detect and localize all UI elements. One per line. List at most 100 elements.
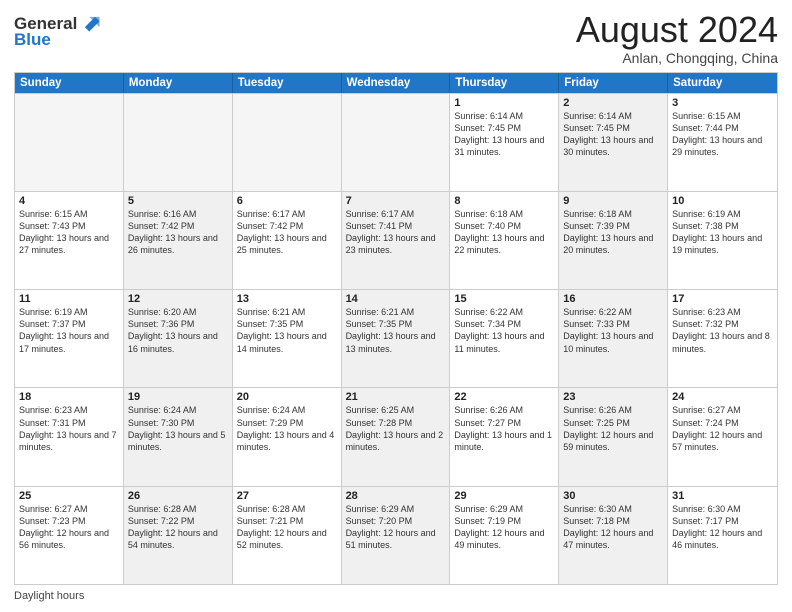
day-info: Sunrise: 6:24 AMSunset: 7:29 PMDaylight:… <box>237 404 337 453</box>
day-of-week-tuesday: Tuesday <box>233 73 342 93</box>
calendar-cell: 22Sunrise: 6:26 AMSunset: 7:27 PMDayligh… <box>450 388 559 485</box>
day-info: Sunrise: 6:30 AMSunset: 7:18 PMDaylight:… <box>563 503 663 552</box>
calendar-week-3: 11Sunrise: 6:19 AMSunset: 7:37 PMDayligh… <box>15 289 777 387</box>
calendar-cell: 10Sunrise: 6:19 AMSunset: 7:38 PMDayligh… <box>668 192 777 289</box>
day-number: 10 <box>672 195 773 207</box>
day-info: Sunrise: 6:17 AMSunset: 7:41 PMDaylight:… <box>346 208 446 257</box>
day-number: 15 <box>454 293 554 305</box>
day-info: Sunrise: 6:30 AMSunset: 7:17 PMDaylight:… <box>672 503 773 552</box>
calendar-week-5: 25Sunrise: 6:27 AMSunset: 7:23 PMDayligh… <box>15 486 777 584</box>
day-number: 16 <box>563 293 663 305</box>
day-info: Sunrise: 6:18 AMSunset: 7:39 PMDaylight:… <box>563 208 663 257</box>
day-number: 31 <box>672 490 773 502</box>
day-info: Sunrise: 6:24 AMSunset: 7:30 PMDaylight:… <box>128 404 228 453</box>
day-number: 13 <box>237 293 337 305</box>
day-info: Sunrise: 6:18 AMSunset: 7:40 PMDaylight:… <box>454 208 554 257</box>
day-info: Sunrise: 6:23 AMSunset: 7:32 PMDaylight:… <box>672 306 773 355</box>
day-number: 2 <box>563 97 663 109</box>
day-number: 6 <box>237 195 337 207</box>
calendar-cell: 2Sunrise: 6:14 AMSunset: 7:45 PMDaylight… <box>559 94 668 191</box>
day-number: 23 <box>563 391 663 403</box>
day-info: Sunrise: 6:28 AMSunset: 7:22 PMDaylight:… <box>128 503 228 552</box>
day-info: Sunrise: 6:25 AMSunset: 7:28 PMDaylight:… <box>346 404 446 453</box>
calendar-cell: 9Sunrise: 6:18 AMSunset: 7:39 PMDaylight… <box>559 192 668 289</box>
day-info: Sunrise: 6:22 AMSunset: 7:34 PMDaylight:… <box>454 306 554 355</box>
day-number: 9 <box>563 195 663 207</box>
calendar-cell <box>15 94 124 191</box>
calendar-cell: 12Sunrise: 6:20 AMSunset: 7:36 PMDayligh… <box>124 290 233 387</box>
day-number: 22 <box>454 391 554 403</box>
day-info: Sunrise: 6:28 AMSunset: 7:21 PMDaylight:… <box>237 503 337 552</box>
calendar-body: 1Sunrise: 6:14 AMSunset: 7:45 PMDaylight… <box>15 93 777 584</box>
month-title: August 2024 <box>576 10 778 50</box>
calendar-cell: 19Sunrise: 6:24 AMSunset: 7:30 PMDayligh… <box>124 388 233 485</box>
day-number: 5 <box>128 195 228 207</box>
day-of-week-saturday: Saturday <box>668 73 777 93</box>
calendar-cell <box>124 94 233 191</box>
day-info: Sunrise: 6:22 AMSunset: 7:33 PMDaylight:… <box>563 306 663 355</box>
day-number: 8 <box>454 195 554 207</box>
day-info: Sunrise: 6:19 AMSunset: 7:37 PMDaylight:… <box>19 306 119 355</box>
calendar-cell: 18Sunrise: 6:23 AMSunset: 7:31 PMDayligh… <box>15 388 124 485</box>
logo: General Blue <box>14 14 101 50</box>
day-info: Sunrise: 6:15 AMSunset: 7:44 PMDaylight:… <box>672 110 773 159</box>
day-number: 12 <box>128 293 228 305</box>
day-number: 18 <box>19 391 119 403</box>
daylight-label: Daylight hours <box>14 590 84 602</box>
day-number: 7 <box>346 195 446 207</box>
day-info: Sunrise: 6:17 AMSunset: 7:42 PMDaylight:… <box>237 208 337 257</box>
calendar-cell: 3Sunrise: 6:15 AMSunset: 7:44 PMDaylight… <box>668 94 777 191</box>
day-info: Sunrise: 6:29 AMSunset: 7:19 PMDaylight:… <box>454 503 554 552</box>
calendar-week-1: 1Sunrise: 6:14 AMSunset: 7:45 PMDaylight… <box>15 93 777 191</box>
day-number: 20 <box>237 391 337 403</box>
calendar-week-4: 18Sunrise: 6:23 AMSunset: 7:31 PMDayligh… <box>15 387 777 485</box>
day-number: 4 <box>19 195 119 207</box>
day-of-week-sunday: Sunday <box>15 73 124 93</box>
calendar-cell: 27Sunrise: 6:28 AMSunset: 7:21 PMDayligh… <box>233 487 342 584</box>
day-info: Sunrise: 6:29 AMSunset: 7:20 PMDaylight:… <box>346 503 446 552</box>
day-info: Sunrise: 6:14 AMSunset: 7:45 PMDaylight:… <box>454 110 554 159</box>
page: General Blue August 2024 Anlan, Chongqin… <box>0 0 792 612</box>
calendar-cell: 8Sunrise: 6:18 AMSunset: 7:40 PMDaylight… <box>450 192 559 289</box>
day-of-week-thursday: Thursday <box>450 73 559 93</box>
day-number: 27 <box>237 490 337 502</box>
calendar-cell: 31Sunrise: 6:30 AMSunset: 7:17 PMDayligh… <box>668 487 777 584</box>
calendar-cell: 17Sunrise: 6:23 AMSunset: 7:32 PMDayligh… <box>668 290 777 387</box>
calendar-cell: 28Sunrise: 6:29 AMSunset: 7:20 PMDayligh… <box>342 487 451 584</box>
day-info: Sunrise: 6:21 AMSunset: 7:35 PMDaylight:… <box>237 306 337 355</box>
calendar-cell: 11Sunrise: 6:19 AMSunset: 7:37 PMDayligh… <box>15 290 124 387</box>
calendar-cell: 4Sunrise: 6:15 AMSunset: 7:43 PMDaylight… <box>15 192 124 289</box>
calendar-cell: 23Sunrise: 6:26 AMSunset: 7:25 PMDayligh… <box>559 388 668 485</box>
day-of-week-monday: Monday <box>124 73 233 93</box>
day-number: 30 <box>563 490 663 502</box>
calendar-cell: 21Sunrise: 6:25 AMSunset: 7:28 PMDayligh… <box>342 388 451 485</box>
day-info: Sunrise: 6:21 AMSunset: 7:35 PMDaylight:… <box>346 306 446 355</box>
calendar: SundayMondayTuesdayWednesdayThursdayFrid… <box>14 72 778 585</box>
calendar-cell: 15Sunrise: 6:22 AMSunset: 7:34 PMDayligh… <box>450 290 559 387</box>
calendar-cell: 20Sunrise: 6:24 AMSunset: 7:29 PMDayligh… <box>233 388 342 485</box>
day-info: Sunrise: 6:15 AMSunset: 7:43 PMDaylight:… <box>19 208 119 257</box>
calendar-cell <box>233 94 342 191</box>
day-number: 14 <box>346 293 446 305</box>
title-area: August 2024 Anlan, Chongqing, China <box>576 10 778 66</box>
day-info: Sunrise: 6:14 AMSunset: 7:45 PMDaylight:… <box>563 110 663 159</box>
calendar-cell: 6Sunrise: 6:17 AMSunset: 7:42 PMDaylight… <box>233 192 342 289</box>
calendar-cell: 16Sunrise: 6:22 AMSunset: 7:33 PMDayligh… <box>559 290 668 387</box>
location-subtitle: Anlan, Chongqing, China <box>576 50 778 66</box>
calendar-cell: 29Sunrise: 6:29 AMSunset: 7:19 PMDayligh… <box>450 487 559 584</box>
day-info: Sunrise: 6:16 AMSunset: 7:42 PMDaylight:… <box>128 208 228 257</box>
day-number: 28 <box>346 490 446 502</box>
calendar-cell <box>342 94 451 191</box>
calendar-cell: 25Sunrise: 6:27 AMSunset: 7:23 PMDayligh… <box>15 487 124 584</box>
day-number: 29 <box>454 490 554 502</box>
calendar-cell: 14Sunrise: 6:21 AMSunset: 7:35 PMDayligh… <box>342 290 451 387</box>
day-info: Sunrise: 6:26 AMSunset: 7:25 PMDaylight:… <box>563 404 663 453</box>
day-info: Sunrise: 6:20 AMSunset: 7:36 PMDaylight:… <box>128 306 228 355</box>
calendar-cell: 30Sunrise: 6:30 AMSunset: 7:18 PMDayligh… <box>559 487 668 584</box>
day-number: 25 <box>19 490 119 502</box>
day-of-week-friday: Friday <box>559 73 668 93</box>
day-number: 19 <box>128 391 228 403</box>
day-number: 11 <box>19 293 119 305</box>
header: General Blue August 2024 Anlan, Chongqin… <box>14 10 778 66</box>
day-number: 1 <box>454 97 554 109</box>
